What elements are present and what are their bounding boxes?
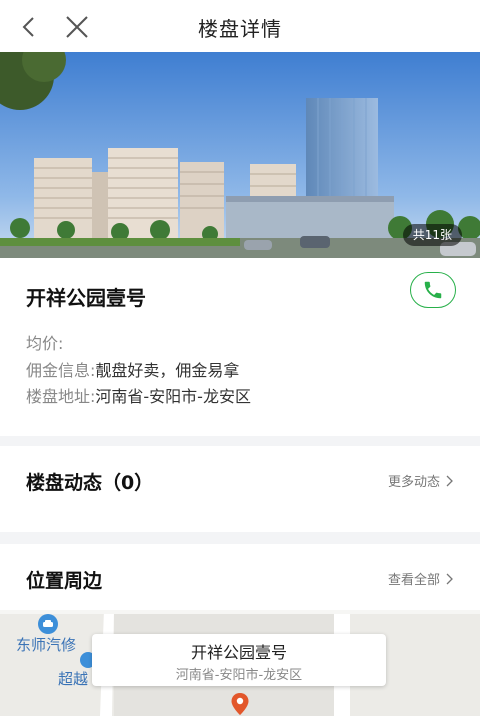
commission-label: 佣金信息: — [26, 361, 96, 380]
address-value: 河南省-安阳市-龙安区 — [95, 387, 251, 406]
average-price-row: 均价: — [26, 330, 63, 354]
view-all-label: 查看全部 — [387, 573, 440, 588]
chevron-right-icon — [446, 475, 453, 486]
map-card-address: 河南省-安阳市-龙安区 — [175, 668, 303, 683]
commission-value: 靓盘好卖，佣金易拿 — [95, 361, 240, 380]
chevron-right-icon — [446, 573, 453, 584]
more-dynamics-label: 更多动态 — [387, 475, 440, 490]
map-card-name: 开祥公园壹号 — [190, 643, 287, 662]
map-info-card[interactable]: 开祥公园壹号 河南省-安阳市-龙安区 — [92, 634, 386, 686]
view-all-link[interactable]: 查看全部 — [388, 569, 454, 588]
call-button[interactable] — [410, 272, 456, 308]
car-repair-poi-icon — [38, 614, 58, 634]
phone-icon — [424, 281, 442, 299]
property-photo[interactable]: 共11张 — [0, 52, 480, 258]
commission-row: 佣金信息:靓盘好卖，佣金易拿 — [26, 357, 239, 381]
property-dynamics-section: 楼盘动态（0） 更多动态 — [0, 446, 480, 532]
address-row: 楼盘地址:河南省-安阳市-龙安区 — [26, 383, 251, 407]
dynamics-title: 楼盘动态（0） — [26, 472, 154, 494]
address-label: 楼盘地址: — [26, 387, 96, 406]
location-map[interactable]: 东师汽修 超越 开祥公园壹号 河南省-安阳市-龙安区 — [0, 610, 480, 716]
average-price-label: 均价: — [26, 334, 64, 353]
location-section: 位置周边 查看全部 东师汽修 超越 开祥公园壹号 河南省-安阳市-龙安区 — [0, 544, 480, 716]
top-bar: 楼盘详情 — [0, 0, 480, 52]
location-pin-icon — [231, 693, 249, 715]
more-dynamics-link[interactable]: 更多动态 — [388, 471, 454, 490]
page-title: 楼盘详情 — [198, 17, 282, 41]
property-info-card: 开祥公园壹号 均价: 佣金信息:靓盘好卖，佣金易拿 楼盘地址:河南省-安阳市-龙… — [0, 258, 480, 436]
photo-count-badge[interactable]: 共11张 — [402, 224, 462, 246]
poi-label: 超越 — [58, 670, 89, 688]
location-title: 位置周边 — [26, 570, 103, 592]
poi-label: 东师汽修 — [16, 636, 77, 654]
property-name: 开祥公园壹号 — [26, 286, 146, 310]
